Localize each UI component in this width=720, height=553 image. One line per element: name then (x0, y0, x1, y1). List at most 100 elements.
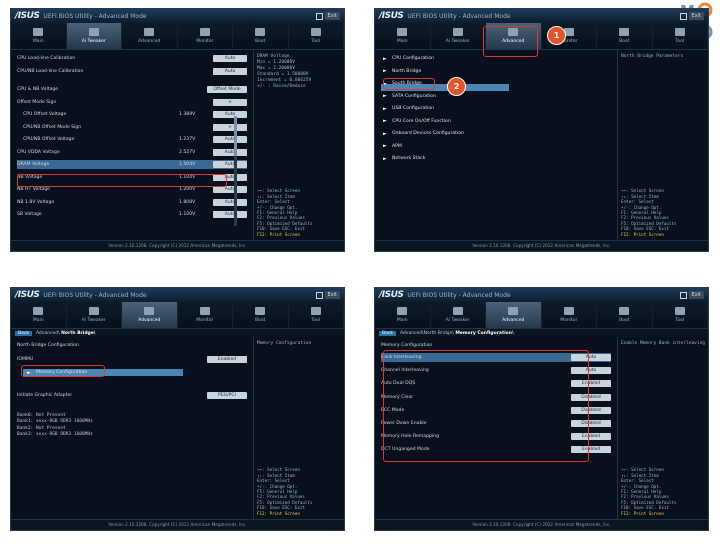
tab-monitor[interactable]: Monitor (542, 302, 597, 328)
setting-row[interactable]: CPU VDDA Voltage 2.527V Auto (17, 148, 247, 157)
menu-item-label: CPU Core On/Off Function (392, 118, 451, 124)
memory-bank-info: Bank0: Not Present Bank1: xxxx-8GB DDR3 … (17, 413, 93, 437)
tool-icon (310, 307, 321, 315)
tab-ai-tweaker[interactable]: Ai Tweaker (67, 302, 122, 328)
exit-button[interactable]: Exit (688, 291, 704, 299)
setting-value[interactable]: Auto (213, 67, 247, 75)
menu-item[interactable]: ► SATA Configuration (383, 92, 436, 101)
setting-iommu[interactable]: IOMMU Enabled (17, 355, 247, 364)
title-bar: /ISUS UEFI BIOS Utility - Advanced Mode … (11, 9, 344, 23)
exit-icon[interactable] (315, 12, 323, 20)
help-key-line: F2: Previous Values (621, 494, 669, 500)
tab-main[interactable]: Main (375, 302, 431, 328)
submenu-arrow-icon: ► (383, 155, 387, 162)
help-key-line: F2: Previous Values (257, 215, 305, 221)
scrollbar[interactable] (234, 116, 237, 226)
help-key-line: F12: Print Screen (257, 231, 300, 237)
setting-value[interactable]: Auto (213, 161, 247, 168)
setting-row[interactable]: SB Voltage 1.100V Auto (17, 210, 247, 219)
highlight-advanced-tab (483, 26, 538, 57)
setting-row[interactable]: CPU/NB Offset Voltage 1.237V Auto (17, 135, 247, 144)
tab-advanced[interactable]: Advanced (122, 23, 178, 49)
tab-boot[interactable]: Boot (597, 302, 653, 328)
setting-value[interactable]: Auto (213, 198, 247, 206)
breadcrumb-parent: Advanced\ (35, 330, 60, 336)
setting-value[interactable]: Auto (213, 211, 247, 218)
menu-item[interactable]: ► USB Configuration (383, 104, 434, 113)
power-icon (255, 28, 266, 36)
tab-boot[interactable]: Boot (233, 302, 289, 328)
tab-ai-tweaker[interactable]: Ai Tweaker (431, 302, 486, 328)
tool-icon (674, 28, 685, 36)
submenu-arrow-icon: ► (383, 55, 387, 62)
tab-monitor[interactable]: Monitor (178, 23, 233, 49)
help-key-line: F10: Save ESC: Exit (257, 226, 305, 232)
back-button[interactable]: Back (15, 330, 32, 336)
setting-label: SB Voltage (17, 212, 42, 217)
setting-value[interactable]: + (213, 98, 247, 106)
setting-value[interactable]: Auto (213, 148, 247, 156)
menu-item[interactable]: ► Onboard Devices Configuration (383, 129, 464, 138)
tab-bar: Main Ai Tweaker Advanced Monitor Boot To… (375, 23, 708, 50)
setting-row[interactable]: DRAM Voltage 1.504V Auto (17, 160, 247, 169)
setting-row[interactable]: CPU Offset Voltage 1.389V Auto (17, 110, 247, 119)
tab-tool[interactable]: Tool (289, 302, 344, 328)
menu-item-label: Network Stack (392, 156, 426, 161)
setting-row[interactable]: CPU/NB Load-line Calibration Auto (17, 67, 247, 76)
tab-main[interactable]: Main (11, 302, 67, 328)
setting-row[interactable]: CPU Load-line Calibration Auto (17, 54, 247, 63)
tab-advanced[interactable]: Advanced (486, 302, 542, 328)
tab-ai-tweaker[interactable]: Ai Tweaker (66, 23, 122, 49)
back-button[interactable]: Back (379, 330, 396, 336)
breadcrumb-parent: Advanced\North Bridge\ (399, 330, 454, 336)
setting-label: CPU/NB Offset Mode Sign (23, 124, 82, 130)
setting-reading: 1.237V (179, 137, 196, 142)
menu-item[interactable]: ► CPU Core On/Off Function (383, 117, 451, 126)
tab-tool[interactable]: Tool (653, 23, 708, 49)
setting-value[interactable]: Auto (213, 111, 247, 118)
tab-boot[interactable]: Boot (597, 23, 653, 49)
menu-item-label: Onboard Devices Configuration (392, 131, 464, 136)
setting-value[interactable]: Offset Mode (207, 86, 247, 93)
menu-item[interactable]: ► North Bridge (383, 67, 421, 76)
exit-button[interactable]: Exit (688, 12, 704, 20)
menu-item[interactable]: ► APM (383, 142, 402, 151)
tab-tool[interactable]: Tool (653, 302, 708, 328)
igfx-value[interactable]: PEG/PCI (207, 392, 247, 399)
tab-boot[interactable]: Boot (233, 23, 289, 49)
power-icon (619, 307, 630, 315)
setting-initiate-graphic-adapter[interactable]: Initiate Graphic Adapter PEG/PCI (17, 391, 247, 400)
setting-row[interactable]: CPU/NB Offset Mode Sign + (17, 123, 247, 132)
scroll-thumb[interactable] (234, 116, 237, 156)
setting-row[interactable]: NB 1.8V Voltage 1.808V Auto (17, 198, 247, 207)
setting-value[interactable]: Auto (213, 186, 247, 193)
setting-reading: 1.504V (179, 162, 196, 167)
setting-value[interactable]: + (213, 123, 247, 131)
help-panel: DRAM Voltage Min = 1.20000V Max = 2.2000… (253, 50, 344, 241)
setting-value[interactable]: Auto (213, 136, 247, 143)
exit-button[interactable]: Exit (324, 12, 340, 20)
utility-title: UEFI BIOS Utility - Advanced Mode (43, 12, 147, 20)
setting-value[interactable]: Auto (213, 55, 247, 62)
tab-main[interactable]: Main (11, 23, 67, 49)
exit-icon[interactable] (315, 291, 323, 299)
ai-tweaker-icon (88, 307, 99, 315)
tab-main[interactable]: Main (375, 23, 431, 49)
tab-tool[interactable]: Tool (289, 23, 344, 49)
iommu-value[interactable]: Enabled (207, 356, 247, 363)
help-description: Memory Configuration (257, 341, 312, 346)
exit-icon[interactable] (679, 291, 687, 299)
breadcrumb: Back Advanced\ North Bridge\ (11, 329, 344, 337)
setting-row[interactable]: Offset Mode Sign + (17, 98, 247, 107)
exit-button[interactable]: Exit (324, 291, 340, 299)
menu-item[interactable]: ► CPU Configuration (383, 54, 434, 63)
exit-icon[interactable] (679, 12, 687, 20)
power-icon (255, 307, 266, 315)
setting-row[interactable]: CPU & NB Voltage Offset Mode (17, 85, 247, 94)
monitor-icon (199, 28, 210, 36)
asus-logo: /ISUS (379, 290, 404, 300)
tab-ai-tweaker[interactable]: Ai Tweaker (431, 23, 486, 49)
tab-monitor[interactable]: Monitor (178, 302, 233, 328)
menu-item[interactable]: ► Network Stack (383, 154, 425, 163)
tab-advanced[interactable]: Advanced (122, 302, 178, 328)
